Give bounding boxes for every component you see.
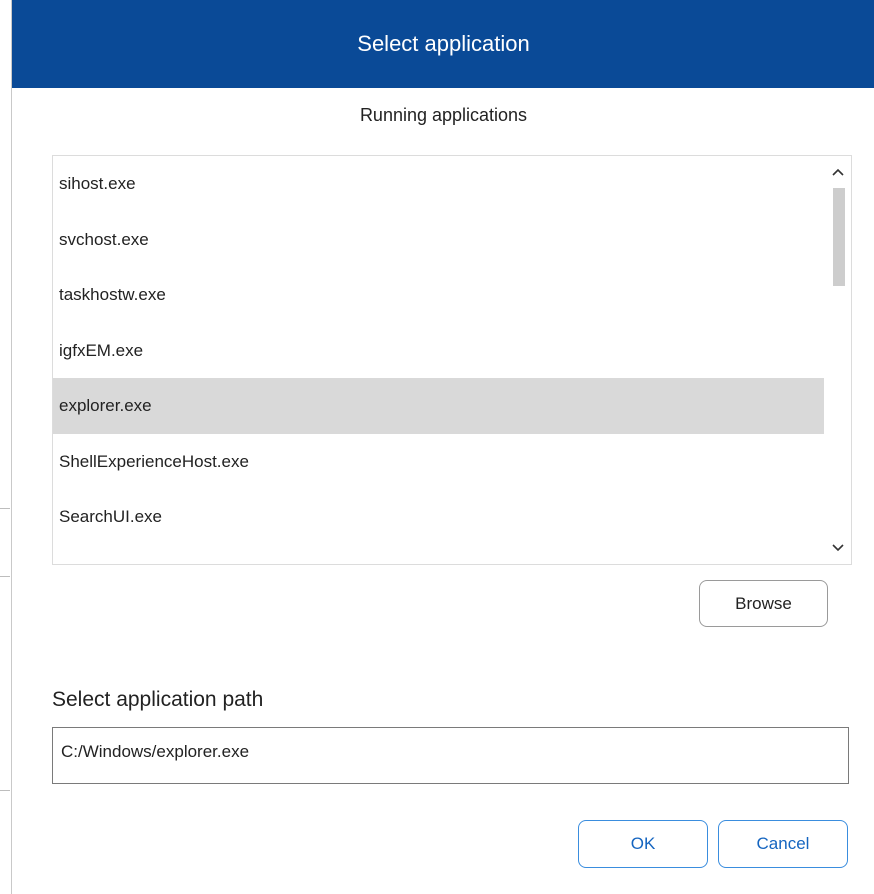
chevron-down-icon[interactable] (825, 536, 851, 560)
list-item[interactable]: svchost.exe (53, 212, 824, 268)
list-item[interactable]: sihost.exe (53, 156, 824, 212)
cancel-button[interactable]: Cancel (718, 820, 848, 868)
ok-button[interactable]: OK (578, 820, 708, 868)
dialog-titlebar: Select application (12, 0, 874, 88)
backdrop-divider (0, 508, 10, 509)
application-path-input[interactable] (52, 727, 849, 784)
list-item[interactable]: SearchUI.exe (53, 489, 824, 545)
list-item[interactable]: ShellExperienceHost.exe (53, 434, 824, 490)
list-item[interactable]: explorer.exe (53, 378, 824, 434)
dialog-title: Select application (357, 31, 530, 56)
list-scrollbar[interactable] (825, 156, 851, 564)
select-application-dialog: Select application Running applications … (11, 0, 874, 894)
scroll-thumb[interactable] (833, 188, 845, 286)
running-applications-list[interactable]: sihost.exe svchost.exe taskhostw.exe igfxEM… (53, 156, 824, 564)
running-applications-listbox[interactable]: sihost.exe svchost.exe taskhostw.exe igfxEM… (52, 155, 852, 565)
backdrop-divider (0, 790, 10, 791)
application-path-label: Select application path (52, 688, 264, 711)
running-applications-heading: Running applications (359, 105, 528, 125)
browse-button[interactable]: Browse (699, 580, 828, 627)
backdrop-divider (0, 576, 10, 577)
list-item[interactable]: igfxEM.exe (53, 323, 824, 379)
list-item[interactable]: taskhostw.exe (53, 267, 824, 323)
chevron-up-icon[interactable] (825, 160, 851, 184)
